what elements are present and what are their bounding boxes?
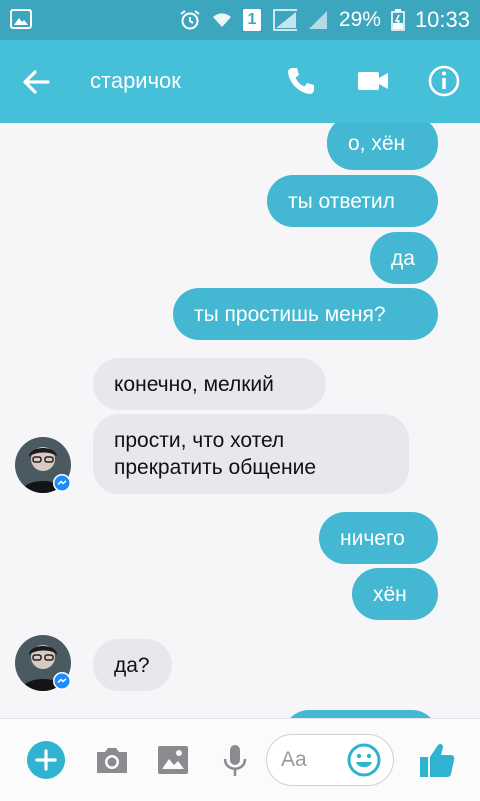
message-outgoing[interactable]: о, хён bbox=[327, 123, 438, 170]
message-list[interactable]: о, хён ты ответил да ты простишь меня? к… bbox=[0, 123, 480, 718]
signal-icon bbox=[273, 9, 297, 31]
message-incoming[interactable]: да? bbox=[93, 639, 172, 691]
message-text: да bbox=[391, 246, 415, 270]
info-icon[interactable] bbox=[425, 62, 463, 100]
camera-icon[interactable] bbox=[92, 740, 132, 780]
message-input[interactable]: Aa bbox=[266, 734, 394, 786]
message-outgoing[interactable]: ничего bbox=[319, 512, 438, 564]
message-text: ты ответил bbox=[288, 189, 395, 213]
gallery-icon bbox=[10, 9, 32, 29]
conversation-header: старичок bbox=[0, 40, 480, 123]
messenger-badge-icon bbox=[53, 672, 71, 690]
message-text: о, хён bbox=[348, 131, 406, 155]
video-call-icon[interactable] bbox=[354, 62, 392, 100]
sim-badge: 1 bbox=[242, 9, 261, 31]
phone-icon[interactable] bbox=[282, 62, 320, 100]
battery-icon bbox=[391, 9, 405, 31]
signal-icon-2 bbox=[308, 11, 327, 29]
message-outgoing[interactable]: хён bbox=[352, 568, 438, 620]
status-icons: 1 29% 10:33 bbox=[179, 0, 470, 40]
message-text-line: прости, что хотел bbox=[114, 429, 285, 452]
message-text-line: прекратить общение bbox=[114, 456, 316, 479]
contact-name[interactable]: старичок bbox=[90, 68, 181, 94]
message-text: ты простишь меня? bbox=[194, 302, 386, 326]
message-text: ничего bbox=[340, 526, 405, 550]
wifi-icon bbox=[212, 13, 231, 27]
message-outgoing[interactable]: да bbox=[370, 232, 438, 284]
emoji-icon[interactable] bbox=[345, 741, 383, 779]
message-incoming[interactable]: конечно, мелкий bbox=[93, 358, 326, 410]
clock: 10:33 bbox=[414, 7, 470, 32]
message-text: хён bbox=[373, 582, 407, 606]
message-text: да? bbox=[114, 653, 150, 677]
message-incoming[interactable]: прости, что хотел прекратить общение bbox=[93, 414, 409, 494]
status-bar: 1 29% 10:33 bbox=[0, 0, 480, 40]
battery-percent: 29% bbox=[338, 8, 381, 31]
message-outgoing[interactable]: ты простишь меня? bbox=[173, 288, 438, 340]
message-input-placeholder: Aa bbox=[281, 748, 307, 771]
message-outgoing-partial[interactable] bbox=[283, 710, 438, 718]
thumbs-up-icon[interactable] bbox=[418, 740, 456, 780]
composer-bar: Aa bbox=[0, 718, 480, 801]
alarm-icon bbox=[180, 10, 200, 30]
add-icon[interactable] bbox=[26, 740, 66, 780]
message-outgoing[interactable]: ты ответил bbox=[267, 175, 438, 227]
messenger-badge-icon bbox=[53, 474, 71, 492]
message-text: конечно, мелкий bbox=[114, 372, 274, 396]
back-arrow-icon[interactable] bbox=[18, 64, 54, 100]
microphone-icon[interactable] bbox=[215, 740, 255, 780]
image-icon[interactable] bbox=[153, 740, 193, 780]
